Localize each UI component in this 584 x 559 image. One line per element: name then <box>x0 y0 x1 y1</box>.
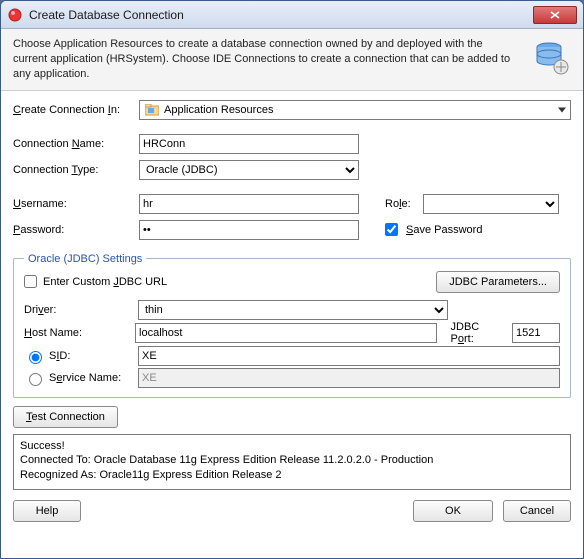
footer: Help OK Cancel <box>1 494 583 532</box>
role-label: Role: <box>385 198 417 210</box>
test-output: Success! Connected To: Oracle Database 1… <box>13 434 571 490</box>
custom-jdbc-url-label: Enter Custom JDBC URL <box>43 276 167 288</box>
username-label: Username: <box>13 198 131 210</box>
save-password-label: Save Password <box>406 224 482 236</box>
save-password-checkbox[interactable] <box>385 223 398 236</box>
service-name-input[interactable] <box>138 368 560 388</box>
password-label: Password: <box>13 224 131 236</box>
database-icon <box>531 37 571 77</box>
output-line-2: Connected To: Oracle Database 11g Expres… <box>20 453 564 468</box>
driver-select[interactable]: thin <box>138 300 448 320</box>
jdbc-settings-group: Oracle (JDBC) Settings Enter Custom JDBC… <box>13 253 571 398</box>
content-area: Choose Application Resources to create a… <box>1 29 583 558</box>
jdbc-legend: Oracle (JDBC) Settings <box>24 253 146 265</box>
sid-radio[interactable] <box>29 351 42 364</box>
description-text: Choose Application Resources to create a… <box>13 37 519 82</box>
output-line-3: Recognized As: Oracle11g Express Edition… <box>20 468 564 483</box>
service-name-label: Service Name: <box>49 372 121 384</box>
connection-name-input[interactable] <box>139 134 359 154</box>
custom-jdbc-url-checkbox[interactable] <box>24 275 37 288</box>
connection-name-label: Connection Name: <box>13 138 131 150</box>
create-in-label: Create Connection In: <box>13 104 131 116</box>
username-input[interactable] <box>139 194 359 214</box>
connection-type-label: Connection Type: <box>13 164 131 176</box>
ok-button[interactable]: OK <box>413 500 493 522</box>
host-label: Host Name: <box>24 327 127 339</box>
cancel-button[interactable]: Cancel <box>503 500 571 522</box>
create-in-select[interactable]: Application Resources <box>139 100 571 120</box>
close-button[interactable] <box>533 6 577 24</box>
app-icon <box>7 7 23 23</box>
password-input[interactable] <box>139 220 359 240</box>
service-name-radio[interactable] <box>29 373 42 386</box>
window-title: Create Database Connection <box>29 8 527 22</box>
jdbc-parameters-button[interactable]: JDBC Parameters... <box>436 271 560 293</box>
port-label: JDBC Port: <box>451 321 504 345</box>
connection-type-select[interactable]: Oracle (JDBC) <box>139 160 359 180</box>
help-button[interactable]: Help <box>13 500 81 522</box>
description-panel: Choose Application Resources to create a… <box>1 29 583 91</box>
titlebar: Create Database Connection <box>1 1 583 29</box>
host-input[interactable] <box>135 323 437 343</box>
sid-input[interactable] <box>138 346 560 366</box>
folder-icon <box>144 103 160 117</box>
port-input[interactable] <box>512 323 560 343</box>
sid-label: SID: <box>49 350 70 362</box>
create-in-value: Application Resources <box>164 104 273 116</box>
test-connection-button[interactable]: Test Connection <box>13 406 118 428</box>
dialog-window: Create Database Connection Choose Applic… <box>0 0 584 559</box>
driver-label: Driver: <box>24 304 130 316</box>
role-select[interactable] <box>423 194 559 214</box>
output-line-1: Success! <box>20 439 564 454</box>
